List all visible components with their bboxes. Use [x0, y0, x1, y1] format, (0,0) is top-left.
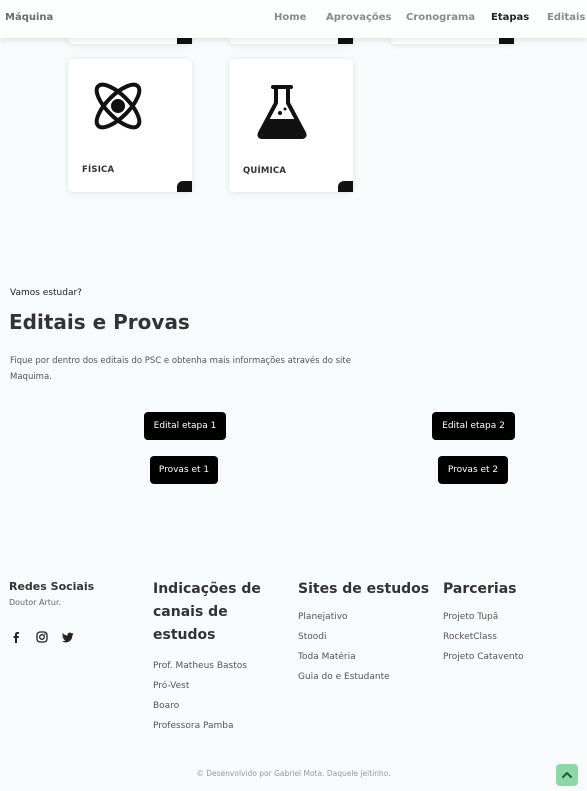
nav-etapas[interactable]: Etapas — [491, 12, 529, 23]
nav-cronograma[interactable]: Cronograma — [406, 12, 475, 23]
footer-channel-link[interactable]: Prof. Matheus Bastos — [153, 656, 278, 676]
edital-etapa-1-button[interactable]: Edital etapa 1 — [144, 412, 226, 440]
nav-home[interactable]: Home — [274, 12, 306, 23]
scroll-to-top-button[interactable] — [556, 764, 578, 786]
footer-channel-link[interactable]: Professora Pamba — [153, 716, 278, 736]
footer-partners-column: Parcerias Projeto Tupã RocketClass Proje… — [443, 578, 583, 667]
footer-copyright: © Desenvolvido por Gabriel Mota. Daquele… — [196, 769, 391, 778]
footer-sites-column: Sites de estudos Planejativo Stoodi Toda… — [298, 578, 438, 687]
top-navbar: Máquina Home Aprovações Cronograma Etapa… — [0, 0, 587, 38]
footer-partner-link[interactable]: RocketClass — [443, 627, 583, 647]
nav-editais[interactable]: Editais — [547, 12, 585, 23]
edital-etapa-2-button[interactable]: Edital etapa 2 — [432, 412, 515, 440]
footer-social-subtitle: Doutor Artur. — [9, 598, 62, 607]
footer-partner-link[interactable]: Projeto Catavento — [443, 647, 583, 667]
section-eyebrow: Vamos estudar? — [10, 288, 82, 298]
footer-channel-link[interactable]: Pró-Vest — [153, 676, 278, 696]
nav-links: Home Aprovações Cronograma Etapas Editai… — [0, 12, 587, 26]
footer-sites-title: Sites de estudos — [298, 581, 430, 597]
footer-social-column: Redes Sociais Doutor Artur. — [9, 579, 129, 607]
subject-card-fisica[interactable]: FÍSICA — [68, 59, 192, 192]
subject-card-quimica[interactable]: QUÍMICA — [229, 59, 353, 192]
footer-social-title: Redes Sociais — [9, 580, 95, 593]
section-title: Editais e Provas — [9, 310, 190, 334]
footer-channels-title: Indicações de canais de estudos — [153, 581, 261, 643]
provas-etapa-2-button[interactable]: Provas et 2 — [438, 456, 508, 484]
card-corner — [338, 181, 353, 192]
footer-channel-link[interactable]: Boaro — [153, 696, 278, 716]
chevron-up-icon — [562, 772, 572, 778]
instagram-icon[interactable] — [36, 631, 48, 643]
footer-site-link[interactable]: Guia do e Estudante — [298, 667, 438, 687]
footer-partners-title: Parcerias — [443, 581, 517, 597]
card-corner — [177, 181, 192, 192]
card-label: FÍSICA — [82, 165, 115, 175]
provas-etapa-1-button[interactable]: Provas et 1 — [150, 456, 218, 484]
atom-icon — [94, 82, 142, 130]
twitter-icon[interactable] — [62, 631, 74, 643]
footer-partner-link[interactable]: Projeto Tupã — [443, 607, 583, 627]
card-label: QUÍMICA — [243, 166, 287, 176]
footer-site-link[interactable]: Toda Matéria — [298, 647, 438, 667]
footer-site-link[interactable]: Stoodi — [298, 627, 438, 647]
flask-icon — [257, 85, 307, 139]
footer-site-link[interactable]: Planejativo — [298, 607, 438, 627]
footer-channels-column: Indicações de canais de estudos Prof. Ma… — [153, 578, 278, 736]
facebook-icon[interactable] — [10, 631, 22, 643]
nav-aprovacoes[interactable]: Aprovações — [326, 12, 392, 23]
section-description: Fique por dentro dos editais do PSC e ob… — [10, 356, 351, 382]
